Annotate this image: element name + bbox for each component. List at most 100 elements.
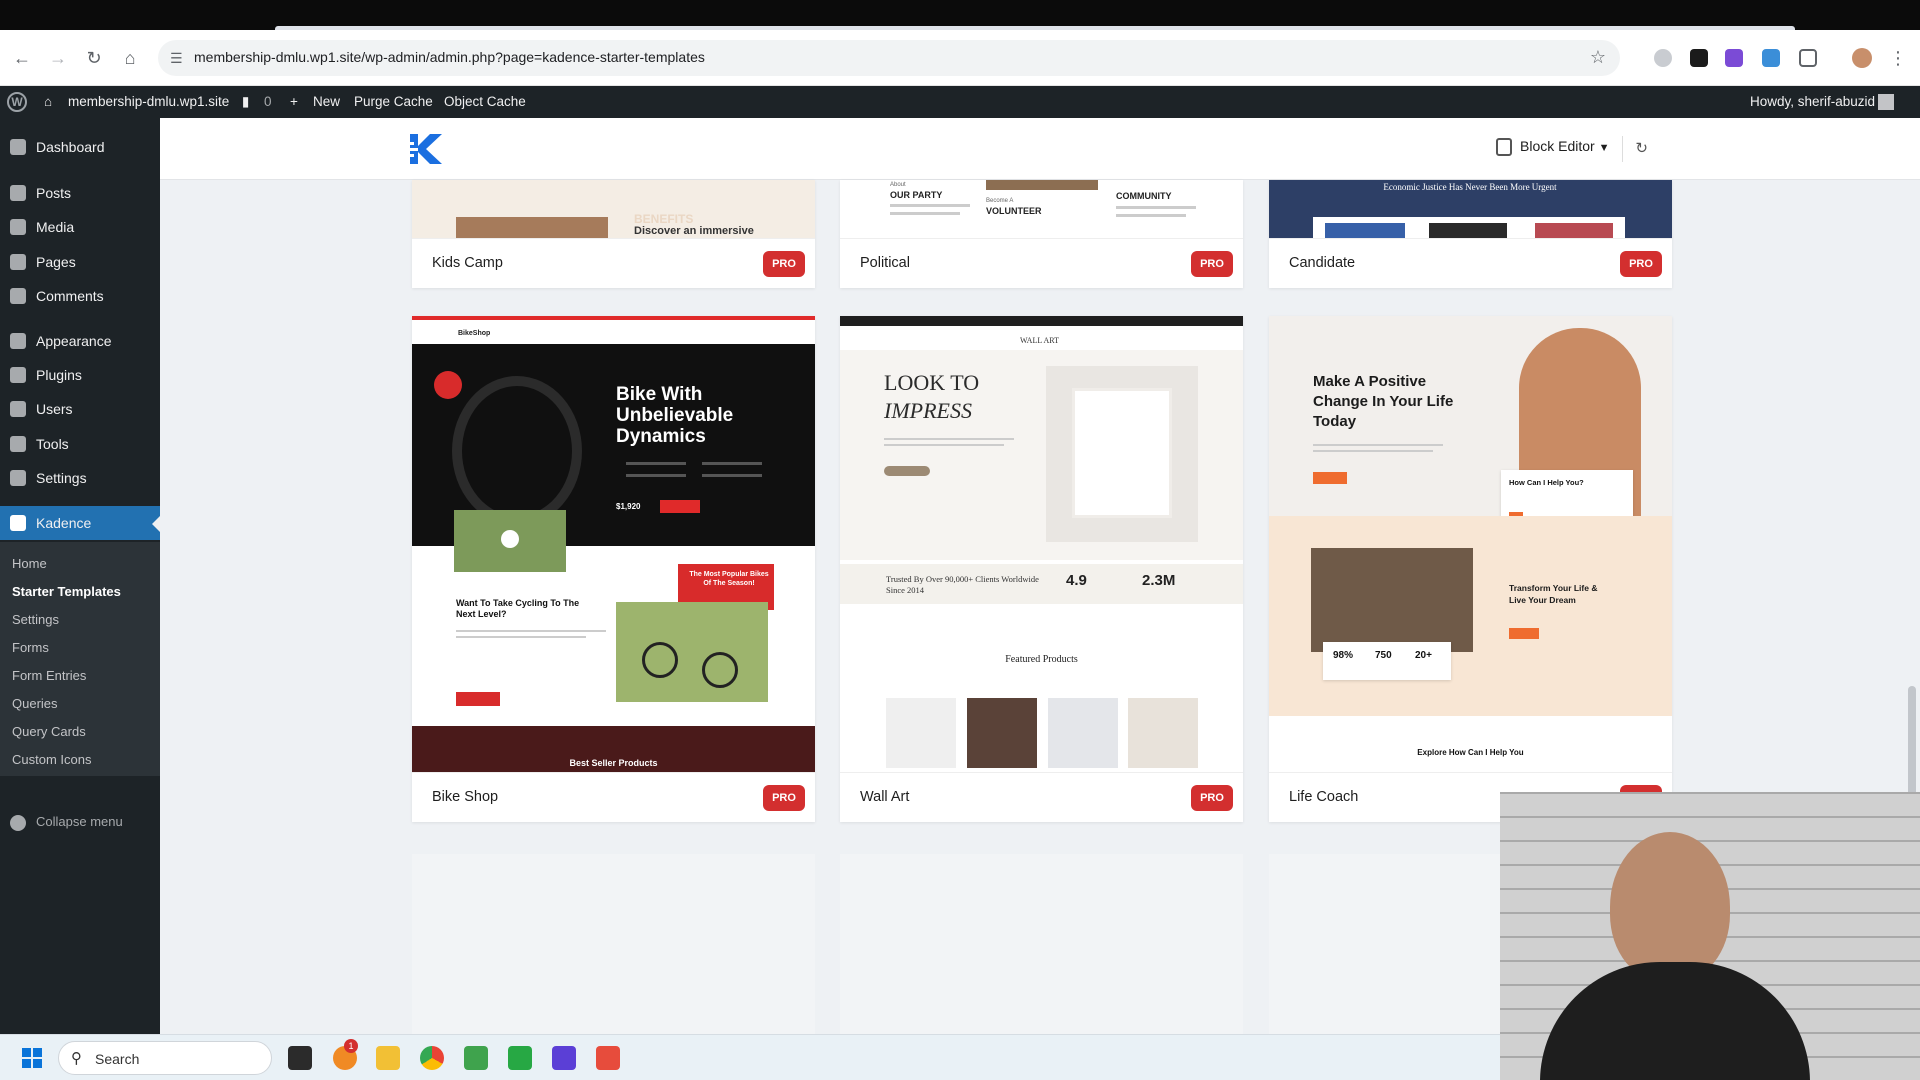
thumb-text: 4.9 xyxy=(1066,572,1087,589)
file-explorer-icon[interactable] xyxy=(376,1046,400,1070)
camtasia-icon[interactable] xyxy=(508,1046,532,1070)
dashboard-icon xyxy=(10,139,26,155)
submenu-forms[interactable]: Forms xyxy=(12,640,49,655)
object-cache-link[interactable]: Object Cache xyxy=(444,86,526,118)
menu-label: Appearance xyxy=(36,333,112,349)
collapse-menu-button[interactable]: Collapse menu xyxy=(10,814,123,831)
thumb-text: COMMUNITY xyxy=(1116,191,1172,201)
template-card-candidate[interactable]: Economic Justice Has Never Been More Urg… xyxy=(1269,180,1672,288)
address-bar[interactable]: ☰ membership-dmlu.wp1.site/wp-admin/admi… xyxy=(158,40,1620,76)
taskbar-search-box[interactable]: ⚲ Search xyxy=(58,1041,272,1075)
app-green-icon[interactable] xyxy=(464,1046,488,1070)
template-card-bike-shop[interactable]: BikeShop Bike With Unbelievable Dynamics… xyxy=(412,316,815,822)
thumb-text: 20+ xyxy=(1415,650,1432,661)
site-name-link[interactable]: membership-dmlu.wp1.site xyxy=(68,86,229,118)
thumb-text: The Most Popular Bikes Of The Season! xyxy=(689,571,769,587)
menu-media[interactable]: Media xyxy=(0,210,160,244)
menu-tools[interactable]: Tools xyxy=(0,427,160,461)
thumb-text: 750 xyxy=(1375,650,1392,661)
howdy-account-link[interactable]: Howdy, sherif-abuzid xyxy=(1750,86,1875,118)
bookmark-star-icon[interactable]: ☆ xyxy=(1590,47,1606,68)
template-thumbnail: Economic Justice Has Never Been More Urg… xyxy=(1269,180,1672,238)
menu-label: Plugins xyxy=(36,367,82,383)
extensions-puzzle-icon[interactable] xyxy=(1799,49,1817,67)
new-plus-icon[interactable]: + xyxy=(290,86,298,118)
extension-chatgpt-icon[interactable] xyxy=(1690,49,1708,67)
profile-avatar-icon[interactable] xyxy=(1852,48,1872,68)
pro-badge: PRO xyxy=(763,251,805,277)
collapse-icon xyxy=(10,814,26,831)
menu-dashboard[interactable]: Dashboard xyxy=(0,130,160,164)
menu-comments[interactable]: Comments xyxy=(0,279,160,313)
scrollbar-thumb[interactable] xyxy=(1908,686,1916,796)
back-icon[interactable]: ← xyxy=(10,46,34,70)
extension-purple-icon[interactable] xyxy=(1725,49,1743,67)
comments-icon[interactable]: ▮ xyxy=(242,86,249,118)
menu-settings[interactable]: Settings xyxy=(0,461,160,495)
menu-kadence[interactable]: Kadence xyxy=(0,506,160,540)
submenu-query-cards[interactable]: Query Cards xyxy=(12,724,86,739)
new-content-link[interactable]: New xyxy=(313,86,340,118)
purge-cache-link[interactable]: Purge Cache xyxy=(354,86,433,118)
block-editor-select[interactable]: Block Editor ▼ xyxy=(1496,138,1610,157)
extension-k-icon[interactable] xyxy=(1654,49,1672,67)
thumb-text: How Can I Help You? xyxy=(1509,478,1584,487)
pro-badge: PRO xyxy=(1191,785,1233,811)
sync-icon[interactable]: ↻ xyxy=(1622,136,1648,162)
browser-tab-strip xyxy=(0,0,1920,30)
pro-badge: PRO xyxy=(763,785,805,811)
menu-label: Tools xyxy=(36,436,69,452)
menu-appearance[interactable]: Appearance xyxy=(0,324,160,358)
chevron-down-icon: ▼ xyxy=(1598,142,1610,154)
settings-icon xyxy=(10,470,26,486)
pin-icon xyxy=(10,185,26,201)
chrome-icon[interactable] xyxy=(420,1046,444,1070)
thumb-text: Become A xyxy=(986,198,1014,204)
browser-menu-icon[interactable]: ⋮ xyxy=(1886,46,1910,70)
menu-posts[interactable]: Posts xyxy=(0,176,160,210)
menu-label: Comments xyxy=(36,288,104,304)
user-icon xyxy=(10,401,26,417)
windows-taskbar: ⚲ Search 1 xyxy=(0,1034,1500,1080)
menu-label: Users xyxy=(36,401,73,417)
template-card-kids-camp[interactable]: BENEFITS Discover an immersive Kids Camp… xyxy=(412,180,815,288)
home-icon[interactable]: ⌂ xyxy=(118,46,142,70)
browser-toolbar: ← → ↻ ⌂ ☰ membership-dmlu.wp1.site/wp-ad… xyxy=(0,30,1920,86)
extension-blue-icon[interactable] xyxy=(1762,49,1780,67)
comments-count[interactable]: 0 xyxy=(264,86,272,118)
thumb-text: LOOK TO xyxy=(884,370,980,395)
thumb-text: BENEFITS xyxy=(634,212,694,226)
thumb-text: Want To Take Cycling To The Next Level? xyxy=(456,598,580,619)
menu-label: Kadence xyxy=(36,515,92,531)
site-info-icon[interactable]: ☰ xyxy=(170,49,188,67)
menu-users[interactable]: Users xyxy=(0,392,160,426)
app-purple-icon[interactable] xyxy=(552,1046,576,1070)
reload-icon[interactable]: ↻ xyxy=(82,46,106,70)
wordpress-logo-icon[interactable]: W xyxy=(7,92,27,112)
url-text[interactable]: membership-dmlu.wp1.site/wp-admin/admin.… xyxy=(194,49,705,65)
submenu-form-entries[interactable]: Form Entries xyxy=(12,668,86,683)
template-card-wall-art[interactable]: WALL ART LOOK TO IMPRESS Trusted By Over… xyxy=(840,316,1243,822)
thumb-text: WALL ART xyxy=(1020,336,1059,345)
submenu-custom-icons[interactable]: Custom Icons xyxy=(12,752,91,767)
submenu-queries[interactable]: Queries xyxy=(12,696,58,711)
user-avatar[interactable] xyxy=(1878,94,1894,110)
task-view-icon[interactable] xyxy=(288,1046,312,1070)
forward-icon[interactable]: → xyxy=(46,46,70,70)
submenu-home[interactable]: Home xyxy=(12,556,47,571)
app-red-icon[interactable] xyxy=(596,1046,620,1070)
menu-pages[interactable]: Pages xyxy=(0,245,160,279)
submenu-starter-templates[interactable]: Starter Templates xyxy=(12,584,121,599)
thumb-text: $1,920 xyxy=(616,502,641,511)
menu-plugins[interactable]: Plugins xyxy=(0,358,160,392)
submenu-settings[interactable]: Settings xyxy=(12,612,59,627)
template-card-life-coach[interactable]: Make A Positive Change In Your Life Toda… xyxy=(1269,316,1672,822)
thumb-text: Economic Justice Has Never Been More Urg… xyxy=(1383,182,1557,192)
thumb-text: Bike With Unbelievable Dynamics xyxy=(616,384,734,447)
windows-start-icon[interactable] xyxy=(22,1048,42,1068)
site-home-icon[interactable]: ⌂ xyxy=(44,86,52,118)
thumb-text: IMPRESS xyxy=(884,398,972,423)
template-card-political[interactable]: About OUR PARTY Become A VOLUNTEER COMMU… xyxy=(840,180,1243,288)
thumb-text: VOLUNTEER xyxy=(986,206,1042,216)
webcam-overlay xyxy=(1500,792,1920,1080)
